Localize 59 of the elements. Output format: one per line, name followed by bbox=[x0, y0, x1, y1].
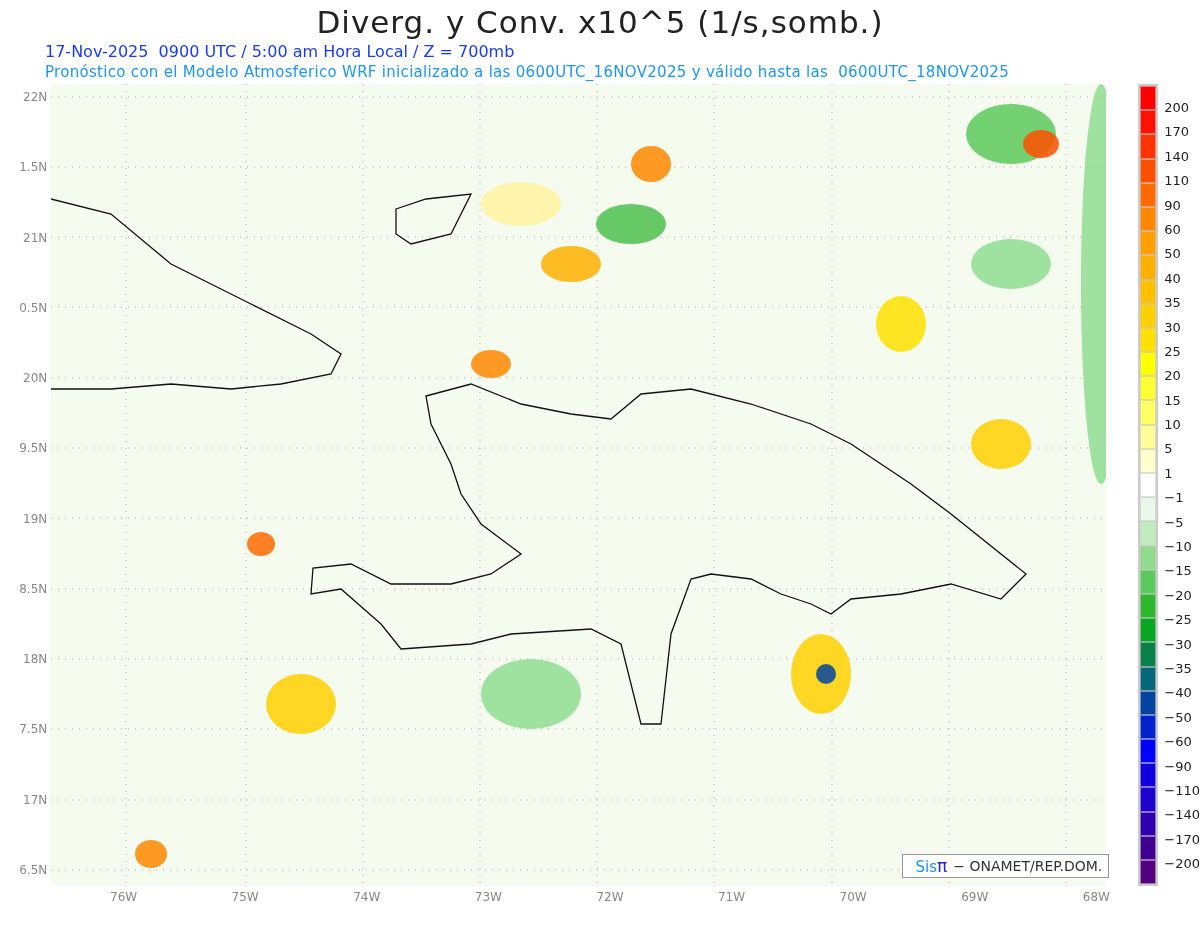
latitude-label: 17N bbox=[23, 791, 49, 809]
forecast-note: Pronóstico con el Modelo Atmosferico WRF inicializado a las 0600UTC_16NOV2025 y válido hasta las 0600UTC_18NOV2025 bbox=[44, 63, 1010, 83]
colorbar-label: −170 bbox=[1164, 830, 1200, 849]
colorbar-label: 15 bbox=[1164, 391, 1182, 410]
colorbar-label: 40 bbox=[1164, 269, 1182, 288]
colorbar-label: −90 bbox=[1164, 757, 1193, 776]
longitude-label: 70W bbox=[839, 890, 867, 904]
latitude-label: 19N bbox=[23, 510, 49, 528]
latitude-label: 21N bbox=[23, 229, 49, 247]
credit-text: − ONAMET/REP.DOM. bbox=[953, 858, 1103, 874]
latitude-label: 20N bbox=[23, 370, 49, 388]
colorbar-label: 60 bbox=[1164, 220, 1182, 239]
latitude-label: 18N bbox=[23, 651, 49, 669]
logo-text: Sis bbox=[915, 858, 937, 876]
longitude-label: 68W bbox=[1082, 890, 1110, 904]
colorbar-label: 170 bbox=[1164, 123, 1191, 142]
longitude-label: 73W bbox=[474, 890, 502, 904]
latitude-label: 1.5N bbox=[19, 159, 49, 177]
chart-title: Diverg. y Conv. x10^5 (1/s,somb.) bbox=[315, 3, 885, 42]
longitude-label: 72W bbox=[596, 890, 624, 904]
colorbar-label: −60 bbox=[1164, 733, 1193, 752]
colorbar-label: 25 bbox=[1164, 342, 1182, 361]
colorbar-label: 200 bbox=[1164, 99, 1191, 117]
longitude-label: 75W bbox=[231, 890, 259, 904]
colorbar-label: −1 bbox=[1164, 489, 1185, 508]
longitude-label: 69W bbox=[961, 890, 989, 904]
latitude-label: 7.5N bbox=[19, 721, 49, 739]
colorbar-label: −50 bbox=[1164, 708, 1193, 727]
colorbar-label: −25 bbox=[1164, 611, 1193, 630]
colorbar-label: −110 bbox=[1164, 781, 1200, 800]
colorbar-label: 10 bbox=[1164, 416, 1182, 435]
longitude-label: 71W bbox=[717, 890, 746, 904]
colorbar-label: −140 bbox=[1164, 806, 1200, 825]
colorbar-label: 5 bbox=[1164, 440, 1174, 459]
colorbar-label: −30 bbox=[1164, 635, 1193, 654]
colorbar-label: 140 bbox=[1164, 147, 1191, 166]
colorbar-label: −200 bbox=[1164, 855, 1200, 874]
colorbar-label: 90 bbox=[1164, 196, 1182, 215]
latitude-label: 6.5N bbox=[19, 861, 49, 879]
longitude-label: 76W bbox=[110, 890, 138, 904]
colorbar-label: 110 bbox=[1164, 172, 1191, 191]
colorbar-label: −35 bbox=[1164, 660, 1193, 678]
colorbar-label: 20 bbox=[1164, 367, 1182, 386]
latitude-label: 9.5N bbox=[19, 440, 49, 458]
latitude-label: 8.5N bbox=[19, 580, 49, 598]
date-level-subtitle: 17-Nov-2025 0900 UTC / 5:00 am Hora Local / Z = 700mb bbox=[44, 42, 516, 63]
latitude-label: 0.5N bbox=[19, 299, 49, 317]
colorbar-label: 30 bbox=[1164, 318, 1182, 337]
colorbar-label: −40 bbox=[1164, 684, 1193, 703]
colorbar-label: −5 bbox=[1164, 513, 1185, 532]
colorbar-label: −15 bbox=[1164, 562, 1193, 581]
colorbar-label: −20 bbox=[1164, 586, 1193, 605]
longitude-label: 74W bbox=[353, 890, 381, 904]
colorbar-label: 35 bbox=[1164, 294, 1182, 313]
colorbar-label: 50 bbox=[1164, 245, 1182, 264]
latitude-label: 22N bbox=[23, 89, 49, 106]
colorbar-label: −10 bbox=[1164, 538, 1193, 557]
pi-logo-symbol: π bbox=[936, 856, 948, 876]
colorbar-label: 1 bbox=[1164, 464, 1174, 483]
